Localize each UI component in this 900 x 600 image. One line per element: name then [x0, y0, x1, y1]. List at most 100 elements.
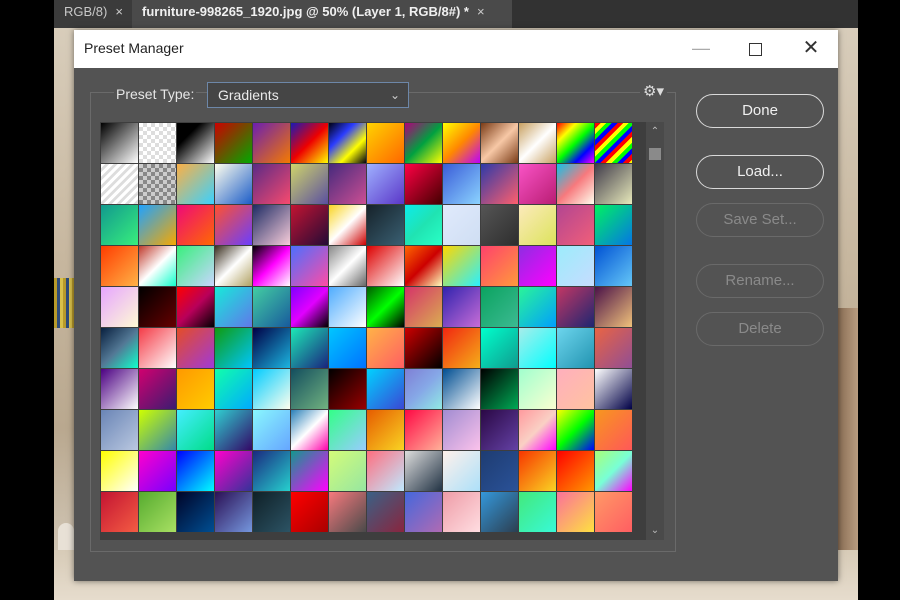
gradient-swatch[interactable]: [177, 328, 214, 368]
gradient-swatch[interactable]: [215, 369, 252, 409]
gradient-swatch[interactable]: [215, 287, 252, 327]
gradient-swatch[interactable]: [139, 410, 176, 450]
maximize-button[interactable]: [728, 30, 782, 68]
gradient-swatch[interactable]: [291, 369, 328, 409]
gradient-swatch[interactable]: [481, 369, 518, 409]
gradient-swatch[interactable]: [215, 246, 252, 286]
gradient-swatch[interactable]: [595, 205, 632, 245]
gradient-swatch[interactable]: [519, 164, 556, 204]
load-button[interactable]: Load...: [696, 155, 824, 189]
gradient-swatch[interactable]: [177, 410, 214, 450]
gradient-swatch[interactable]: [367, 328, 404, 368]
gradient-swatch[interactable]: [139, 123, 176, 163]
gradient-swatch[interactable]: [405, 205, 442, 245]
gradient-swatch[interactable]: [253, 205, 290, 245]
gradient-swatch[interactable]: [139, 451, 176, 491]
gradient-swatch[interactable]: [291, 246, 328, 286]
gradient-swatch[interactable]: [101, 451, 138, 491]
gradient-swatch[interactable]: [177, 451, 214, 491]
gradient-swatch[interactable]: [557, 246, 594, 286]
gradient-swatch[interactable]: [557, 205, 594, 245]
gradient-swatch[interactable]: [291, 492, 328, 532]
gradient-swatch[interactable]: [139, 246, 176, 286]
gradient-swatch[interactable]: [101, 246, 138, 286]
gradient-swatch[interactable]: [557, 451, 594, 491]
gradient-swatch[interactable]: [367, 492, 404, 532]
gradient-swatch[interactable]: [253, 451, 290, 491]
gradient-swatch[interactable]: [481, 492, 518, 532]
gradient-swatch[interactable]: [443, 328, 480, 368]
gradient-swatch[interactable]: [557, 328, 594, 368]
gradient-swatch[interactable]: [101, 287, 138, 327]
gradient-swatch[interactable]: [139, 287, 176, 327]
gradient-swatch[interactable]: [329, 246, 366, 286]
close-button[interactable]: ✕: [784, 30, 838, 68]
gradient-swatch[interactable]: [291, 328, 328, 368]
gradient-swatch[interactable]: [519, 451, 556, 491]
gradient-swatch[interactable]: [557, 410, 594, 450]
gradient-swatch[interactable]: [329, 205, 366, 245]
save-set-button[interactable]: Save Set...: [696, 203, 824, 237]
scroll-up-icon[interactable]: ⌃: [646, 126, 664, 137]
scroll-thumb[interactable]: [649, 148, 661, 160]
gradient-swatch[interactable]: [139, 164, 176, 204]
gradient-swatch[interactable]: [557, 123, 594, 163]
gradient-swatch[interactable]: [405, 328, 442, 368]
gradient-swatch[interactable]: [253, 492, 290, 532]
gradient-swatch[interactable]: [177, 164, 214, 204]
gradient-swatch[interactable]: [405, 287, 442, 327]
gradient-swatch[interactable]: [367, 246, 404, 286]
gradient-swatch[interactable]: [101, 369, 138, 409]
gradient-swatch[interactable]: [291, 451, 328, 491]
gradient-swatch[interactable]: [367, 123, 404, 163]
gradient-swatch[interactable]: [443, 492, 480, 532]
gradient-swatch[interactable]: [443, 123, 480, 163]
gradient-swatch[interactable]: [481, 410, 518, 450]
gradient-swatch[interactable]: [291, 287, 328, 327]
gradient-swatch[interactable]: [215, 328, 252, 368]
gradient-swatch[interactable]: [139, 369, 176, 409]
gradient-swatch[interactable]: [215, 492, 252, 532]
close-tab-icon[interactable]: ×: [115, 4, 123, 19]
gradient-swatch[interactable]: [443, 369, 480, 409]
gradient-swatch[interactable]: [101, 410, 138, 450]
gradient-swatch[interactable]: [405, 164, 442, 204]
gradient-swatch[interactable]: [177, 205, 214, 245]
gradient-swatch[interactable]: [177, 246, 214, 286]
document-tab-active[interactable]: furniture-998265_1920.jpg @ 50% (Layer 1…: [132, 0, 512, 28]
gradient-swatch[interactable]: [177, 123, 214, 163]
gradient-swatch[interactable]: [177, 492, 214, 532]
preset-scrollbar[interactable]: ⌃ ⌄: [646, 122, 664, 540]
gradient-swatch[interactable]: [101, 164, 138, 204]
gradient-swatch[interactable]: [443, 205, 480, 245]
gradient-swatch[interactable]: [101, 123, 138, 163]
gradient-swatch[interactable]: [595, 246, 632, 286]
gradient-swatch[interactable]: [253, 123, 290, 163]
gradient-swatch[interactable]: [253, 287, 290, 327]
gradient-swatch[interactable]: [557, 492, 594, 532]
gradient-swatch[interactable]: [481, 205, 518, 245]
gradient-swatch[interactable]: [405, 123, 442, 163]
gradient-swatch[interactable]: [481, 164, 518, 204]
gradient-swatch[interactable]: [101, 492, 138, 532]
gradient-swatch[interactable]: [443, 246, 480, 286]
gradient-swatch[interactable]: [177, 369, 214, 409]
gradient-swatch[interactable]: [519, 287, 556, 327]
gradient-swatch[interactable]: [443, 164, 480, 204]
gradient-swatch[interactable]: [329, 451, 366, 491]
done-button[interactable]: Done: [696, 94, 824, 128]
gradient-swatch[interactable]: [443, 451, 480, 491]
gradient-swatch[interactable]: [595, 123, 632, 163]
gradient-swatch[interactable]: [481, 246, 518, 286]
gradient-swatch[interactable]: [519, 492, 556, 532]
gradient-swatch[interactable]: [443, 287, 480, 327]
gradient-swatch[interactable]: [557, 287, 594, 327]
gradient-swatch[interactable]: [329, 164, 366, 204]
gradient-swatch[interactable]: [101, 328, 138, 368]
gradient-swatch[interactable]: [291, 123, 328, 163]
delete-button[interactable]: Delete: [696, 312, 824, 346]
gradient-swatch[interactable]: [215, 164, 252, 204]
gradient-swatch[interactable]: [595, 328, 632, 368]
close-tab-icon[interactable]: ×: [477, 4, 485, 19]
gradient-swatch[interactable]: [595, 369, 632, 409]
